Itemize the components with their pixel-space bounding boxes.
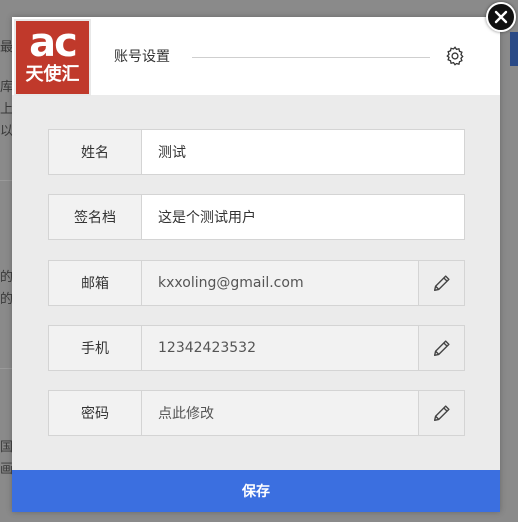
signature-field[interactable]: 这是个测试用户 [142,195,464,239]
row-label: 密码 [49,391,142,435]
save-button[interactable]: 保存 [12,470,500,512]
bg-accent-bar [510,32,518,66]
brand-logo: ac 天使汇 [14,19,91,96]
pencil-icon [433,405,450,422]
form-row-name: 姓名 测试 [48,129,465,175]
bg-divider [0,180,12,181]
title-divider [192,57,430,58]
row-label: 邮箱 [49,261,142,305]
row-label: 姓名 [49,130,142,174]
row-label: 手机 [49,326,142,370]
close-icon [494,10,508,24]
change-password-link[interactable]: 点此修改 [142,391,418,435]
edit-email-button[interactable] [418,261,464,305]
dialog-title: 账号设置 [114,49,170,65]
form-row-email: 邮箱 kxxoling@gmail.com [48,260,465,306]
edit-phone-button[interactable] [418,326,464,370]
gear-icon[interactable] [444,45,466,67]
logo-mark: ac [29,20,78,66]
email-value: kxxoling@gmail.com [142,261,418,305]
pencil-icon [433,275,450,292]
name-field[interactable]: 测试 [142,130,464,174]
form-row-signature: 签名档 这是个测试用户 [48,194,465,240]
pencil-icon [433,340,450,357]
bg-divider [0,368,12,369]
close-button[interactable] [486,2,516,32]
account-settings-dialog: ac 天使汇 账号设置 姓名 测试 签名档 这是个测试用户 邮箱 kxxolin… [12,17,500,512]
form-row-password: 密码 点此修改 [48,390,465,436]
edit-password-button[interactable] [418,391,464,435]
row-label: 签名档 [49,195,142,239]
logo-text: 天使汇 [25,64,80,85]
dialog-header: ac 天使汇 账号设置 [12,17,500,96]
phone-value: 12342423532 [142,326,418,370]
form-row-phone: 手机 12342423532 [48,325,465,371]
